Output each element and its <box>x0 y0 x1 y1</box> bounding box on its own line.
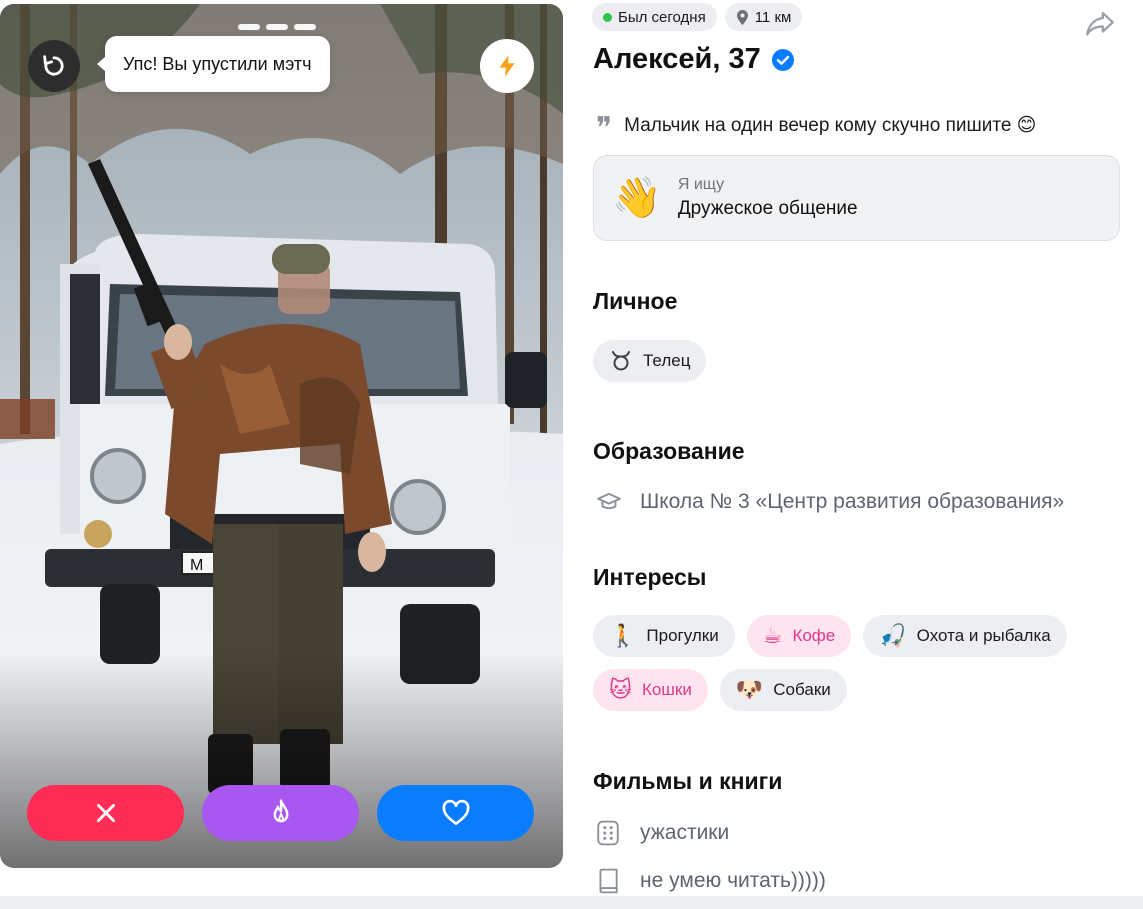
interests-row: 🚶 Прогулки ☕ Кофе 🎣 Охота и рыбалка <box>593 615 1067 657</box>
book-text: не умею читать))))) <box>640 869 826 892</box>
interest-label: Охота и рыбалка <box>916 626 1051 645</box>
share-button[interactable] <box>1083 6 1117 40</box>
dislike-button[interactable] <box>27 785 184 841</box>
interest-chip-walks[interactable]: 🚶 Прогулки <box>593 615 735 657</box>
share-arrow-icon <box>1086 11 1114 36</box>
close-icon <box>96 804 115 822</box>
superlike-button[interactable] <box>202 785 359 841</box>
graduation-cap-icon <box>597 492 621 510</box>
education-item: Школа № 3 «Центр развития образования» <box>596 489 1064 515</box>
online-status-text: Был сегодня <box>618 8 706 26</box>
progress-segment <box>294 24 316 30</box>
interest-chip-dogs[interactable]: 🐶 Собаки <box>719 669 847 711</box>
like-button[interactable] <box>377 785 534 841</box>
flame-icon <box>273 799 288 823</box>
film-item: ужастики <box>596 820 729 846</box>
personal-section-title: Личное <box>593 288 678 314</box>
film-text: ужастики <box>640 821 730 844</box>
interest-label: Кошки <box>641 680 692 699</box>
fishing-rod-icon: 🎣 <box>879 623 907 648</box>
progress-segment <box>266 24 288 30</box>
profile-bio: ❞ Мальчик на один вечер кому скучно пиши… <box>596 106 1036 144</box>
coffee-cup-icon: ☕ <box>762 623 783 648</box>
swipe-actions <box>27 785 534 841</box>
profile-photo: M <box>0 4 563 868</box>
tooltip-text: Упс! Вы упустили мэтч <box>123 53 312 74</box>
interest-chip-hunting-fishing[interactable]: 🎣 Охота и рыбалка <box>863 615 1067 657</box>
quote-icon: ❞ <box>596 111 613 146</box>
seeking-value: Дружеское общение <box>677 198 858 219</box>
zodiac-label: Телец <box>643 351 691 370</box>
interest-chip-coffee[interactable]: ☕ Кофе <box>746 615 852 657</box>
profile-photo-card[interactable]: M <box>0 4 563 868</box>
undo-arrow-icon <box>43 55 64 76</box>
zodiac-chip[interactable]: Телец <box>593 340 707 382</box>
waving-hand-icon: 👋 <box>612 176 662 220</box>
profile-name-age: Алексей, 37 <box>593 43 761 75</box>
distance-chip: 11 км <box>724 3 803 31</box>
interests-row: 🐱 Кошки 🐶 Собаки <box>593 669 847 711</box>
seeking-label: Я ищу <box>677 176 725 193</box>
taurus-icon <box>612 351 630 371</box>
dice-icon <box>597 820 619 846</box>
book-item: не умею читать))))) <box>596 868 826 894</box>
interest-chip-cats[interactable]: 🐱 Кошки <box>593 669 708 711</box>
missed-match-tooltip: Упс! Вы упустили мэтч <box>97 36 330 92</box>
bottom-scroll-bar <box>0 896 1143 909</box>
heart-icon <box>442 799 469 825</box>
verified-check-icon <box>771 48 794 71</box>
dog-face-icon: 🐶 <box>735 677 764 702</box>
interest-label: Собаки <box>773 680 831 699</box>
book-icon <box>599 868 618 894</box>
location-pin-icon <box>736 9 748 25</box>
school-name: Школа № 3 «Центр развития образования» <box>640 490 1065 513</box>
online-status-chip: Был сегодня <box>592 3 717 31</box>
bio-text: Мальчик на один вечер кому скучно пишите… <box>624 114 1037 136</box>
status-chips: Был сегодня 11 км <box>592 3 803 31</box>
undo-button[interactable] <box>28 40 80 92</box>
cat-face-icon: 🐱 <box>609 677 632 702</box>
films-books-section-title: Фильмы и книги <box>593 768 783 794</box>
seeking-text: Я ищу Дружеское общение <box>678 176 858 220</box>
distance-text: 11 км <box>754 8 792 26</box>
photo-progress-indicator <box>238 24 316 30</box>
interest-label: Прогулки <box>646 626 719 645</box>
education-section-title: Образование <box>593 438 745 464</box>
name-row: Алексей, 37 <box>593 43 795 76</box>
boost-button[interactable] <box>480 39 534 93</box>
interest-label: Кофе <box>792 626 836 645</box>
online-dot-icon <box>603 12 612 22</box>
interests-section-title: Интересы <box>593 564 707 590</box>
lightning-icon <box>499 55 515 77</box>
progress-segment <box>238 24 260 30</box>
walking-person-icon: 🚶 <box>609 623 637 648</box>
seeking-card: 👋 Я ищу Дружеское общение <box>593 155 1120 241</box>
